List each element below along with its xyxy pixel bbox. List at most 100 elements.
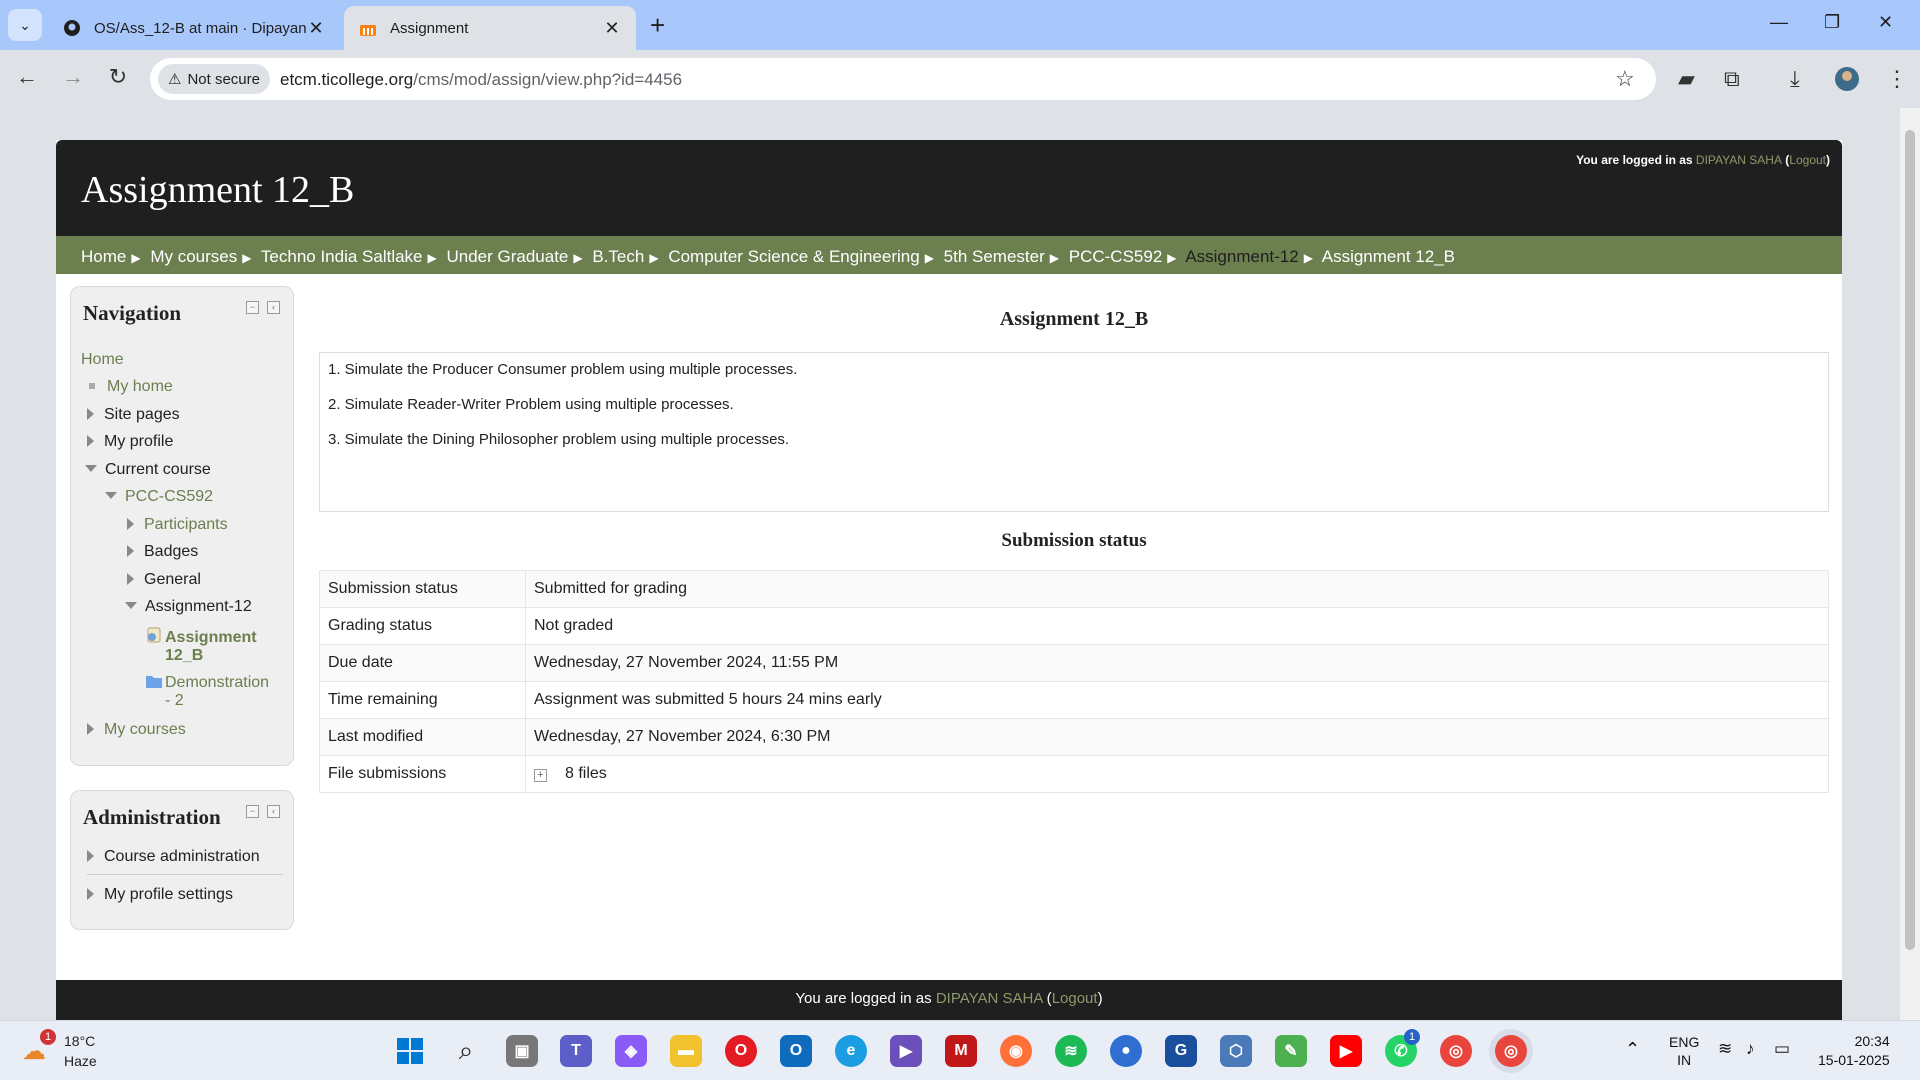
footer-logout-link[interactable]: Logout [1052,990,1098,1007]
close-tab-icon[interactable]: ✕ [602,18,622,39]
scrollbar-thumb[interactable] [1905,130,1915,950]
breadcrumb-item[interactable]: Under Graduate [446,247,568,266]
volume-icon[interactable]: ♪ [1746,1039,1755,1059]
menu-icon[interactable]: ⋮ [1886,66,1908,92]
spotify-icon[interactable]: ≋ [1055,1035,1087,1067]
expand-icon [87,408,94,420]
bullet-icon [89,383,95,389]
nav-assignment-12[interactable]: Assignment-12 [125,598,252,616]
nav-home[interactable]: Home [81,351,124,369]
back-icon[interactable]: ← [12,64,42,90]
battery-icon[interactable]: ▭ [1774,1039,1790,1059]
navigation-title: Navigation [83,301,182,325]
weather-widget[interactable]: ☁ 1 18°C Haze [22,1029,112,1073]
copilot-icon[interactable]: ◈ [615,1035,647,1067]
extension-icon[interactable]: ▰ [1678,66,1695,92]
nav-my-profile[interactable]: My profile [87,433,173,451]
mcafee-icon[interactable]: M [945,1035,977,1067]
file-count-link[interactable]: 8 files [565,765,607,782]
row-value: Wednesday, 27 November 2024, 11:55 PM [525,644,1829,682]
breadcrumb-separator-icon: ▶ [924,251,934,265]
footer-user-link[interactable]: DIPAYAN SAHA [936,990,1043,1007]
breadcrumb-item[interactable]: PCC-CS592 [1069,247,1163,266]
search-icon[interactable]: ⌕ [450,1035,482,1067]
page-footer: You are logged in as DIPAYAN SAHA (Logou… [56,980,1842,1020]
breadcrumb-item[interactable]: Assignment-12 [1185,247,1298,266]
minimize-icon[interactable]: — [1770,12,1788,33]
close-window-icon[interactable]: ✕ [1878,12,1893,33]
logout-link[interactable]: Logout [1789,153,1826,167]
breadcrumb-item[interactable]: 5th Semester [944,247,1045,266]
reload-icon[interactable]: ↻ [103,64,133,90]
windows-taskbar: ☁ 1 18°C Haze ⌕ ▣ T ◈ ▬ O O e ▶ M ◉ ≋ ● … [0,1020,1920,1080]
task-view-icon[interactable]: ▣ [506,1035,538,1067]
dock-block-icon[interactable]: ‹ [267,805,280,818]
assignment-icon [145,626,163,644]
opera-icon[interactable]: O [725,1035,757,1067]
nav-course[interactable]: PCC-CS592 [105,488,213,506]
nav-my-courses[interactable]: My courses [87,721,186,739]
nav-demonstration[interactable]: Demonstration - 2 [145,673,269,710]
admin-course-administration[interactable]: Course administration [87,848,283,875]
nav-participants[interactable]: Participants [127,516,228,534]
language-indicator[interactable]: ENG IN [1669,1033,1699,1069]
nav-general[interactable]: General [127,571,201,589]
breadcrumb-separator-icon: ▶ [573,251,583,265]
user-link[interactable]: DIPAYAN SAHA [1696,153,1782,167]
admin-my-profile-settings[interactable]: My profile settings [87,886,233,904]
nav-site-pages[interactable]: Site pages [87,406,180,424]
youtube-icon[interactable]: ▶ [1330,1035,1362,1067]
restore-icon[interactable]: ❐ [1824,12,1840,33]
tray-chevron-icon[interactable]: ⌃ [1625,1039,1640,1060]
row-key: Last modified [319,718,526,756]
wifi-icon[interactable]: ≋ [1718,1039,1732,1059]
breadcrumb-item[interactable]: Computer Science & Engineering [668,247,919,266]
clock[interactable]: 20:34 15-01-2025 [1818,1032,1890,1070]
download-icon[interactable]: ⤓ [1790,66,1800,92]
app-circle-icon[interactable]: ● [1110,1035,1142,1067]
file-explorer-icon[interactable]: ▬ [670,1035,702,1067]
submission-status-heading: Submission status [1001,530,1147,551]
expand-files-icon[interactable]: + [534,769,547,782]
media-player-icon[interactable]: ▶ [890,1035,922,1067]
close-tab-icon[interactable]: ✕ [306,18,326,39]
map-app-icon[interactable]: ✎ [1275,1035,1307,1067]
collapse-block-icon[interactable]: − [246,301,259,314]
nav-badges[interactable]: Badges [127,543,198,561]
breadcrumb-item[interactable]: B.Tech [592,247,644,266]
security-badge[interactable]: ⚠ Not secure [158,64,270,94]
address-bar[interactable]: ⚠ Not secure etcm.ticollege.org/cms/mod/… [150,58,1656,100]
breadcrumb-item[interactable]: Techno India Saltlake [261,247,423,266]
row-value: Submitted for grading [525,570,1829,608]
row-key: File submissions [319,755,526,793]
chrome-active-icon[interactable]: ◎ [1495,1035,1527,1067]
forward-icon[interactable]: → [58,64,88,90]
url-text[interactable]: etcm.ticollege.org/cms/mod/assign/view.p… [280,70,682,90]
windows-start-icon[interactable] [394,1035,426,1067]
teams-icon[interactable]: T [560,1035,592,1067]
nav-current-course[interactable]: Current course [85,461,211,479]
firefox-icon[interactable]: ◉ [1000,1035,1032,1067]
collapse-icon [85,465,97,472]
outlook-icon[interactable]: O [780,1035,812,1067]
dock-block-icon[interactable]: ‹ [267,301,280,314]
breadcrumb-item[interactable]: My courses [150,247,237,266]
tab-search-chevron-icon[interactable]: ⌄ [8,9,42,41]
virtualbox-icon[interactable]: ⬡ [1220,1035,1252,1067]
nav-assignment-12b[interactable]: Assignment 12_B [145,626,257,665]
collapse-block-icon[interactable]: − [246,805,259,818]
nav-my-home[interactable]: My home [89,378,173,396]
page-scrollbar[interactable] [1900,108,1920,1020]
breadcrumb-current: Assignment 12_B [1321,247,1455,266]
tab-assignment[interactable]: Assignment ✕ [344,6,636,50]
bookmark-star-icon[interactable]: ☆ [1615,66,1635,92]
tab-github[interactable]: OS/Ass_12-B at main · DipayanS ✕ [48,6,340,50]
breadcrumb-item[interactable]: Home [81,247,126,266]
avatar[interactable] [1834,66,1860,98]
puzzle-icon[interactable]: ⧉ [1724,66,1740,92]
new-tab-icon[interactable]: + [650,10,665,41]
edge-icon[interactable]: e [835,1035,867,1067]
g-app-icon[interactable]: G [1165,1035,1197,1067]
chrome-icon[interactable]: ◎ [1440,1035,1472,1067]
expand-icon [127,573,134,585]
